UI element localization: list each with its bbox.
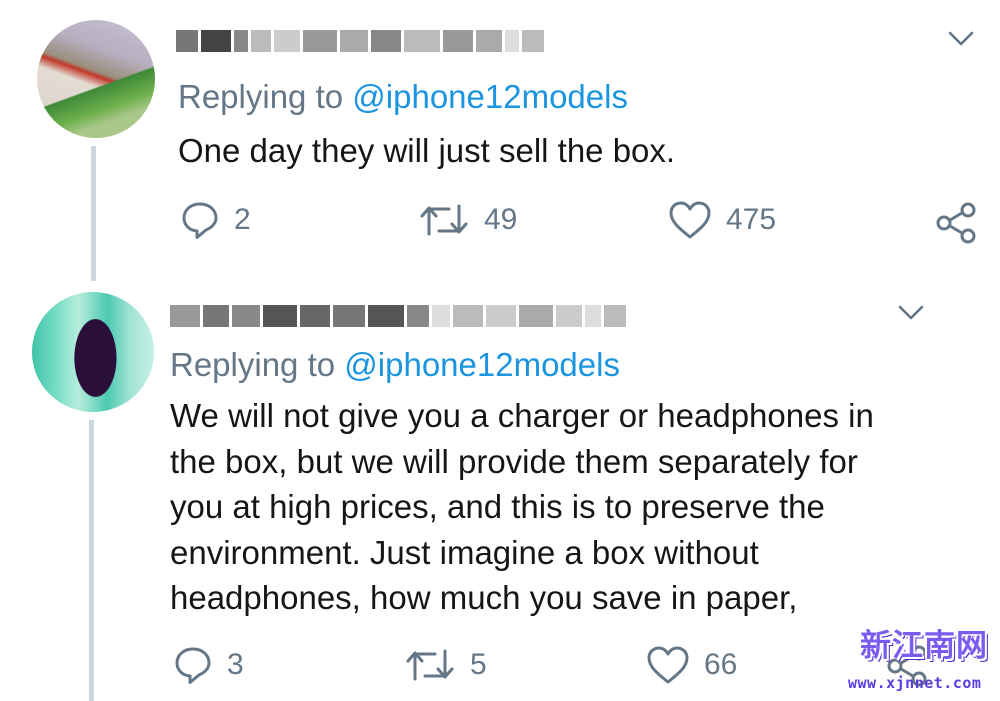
tweet-text-line: headphones, how much you save in paper, — [170, 579, 798, 616]
speech-bubble-icon — [175, 647, 211, 684]
thread-connector-line — [89, 420, 94, 701]
tweet-text-line: environment. Just imagine a box without — [170, 533, 759, 571]
replying-to: Replying to @iphone12models — [170, 346, 620, 384]
retweet-arrows-icon — [406, 649, 454, 681]
heart-icon — [669, 201, 711, 239]
speech-bubble-icon — [182, 202, 218, 239]
watermark-url: www.xjnnet.com — [848, 674, 982, 692]
reply-count: 2 — [234, 203, 251, 236]
retweet-button[interactable]: 5 — [404, 645, 487, 685]
like-button[interactable]: 475 — [668, 200, 776, 240]
avatar[interactable] — [37, 20, 155, 138]
retweet-count: 5 — [470, 648, 487, 681]
share-icon[interactable] — [935, 202, 977, 244]
like-button[interactable]: 66 — [646, 645, 737, 685]
tweet-text-line: you at high prices, and this is to prese… — [170, 488, 825, 525]
mention-link[interactable]: @iphone12models — [344, 346, 620, 383]
tweet-text-line: the box, but we will provide them separa… — [170, 442, 858, 480]
replying-to-label: Replying to — [170, 346, 336, 383]
reply-button[interactable]: 3 — [173, 645, 244, 685]
watermark-logo-text: 新江南网 — [860, 628, 988, 664]
retweet-button[interactable]: 49 — [418, 200, 517, 240]
reply-count: 3 — [227, 648, 244, 681]
like-count: 475 — [726, 203, 777, 236]
thread-connector-line — [91, 146, 96, 281]
tweet-text: One day they will just sell the box. — [178, 132, 676, 169]
avatar[interactable] — [32, 292, 154, 412]
mention-link[interactable]: @iphone12models — [352, 78, 628, 115]
watermark: 新江南网 www.xjnnet.com — [848, 620, 998, 695]
reply-button[interactable]: 2 — [180, 200, 251, 240]
heart-icon — [647, 646, 689, 684]
replying-to-label: Replying to — [178, 78, 344, 115]
chevron-down-icon[interactable] — [898, 304, 924, 322]
retweet-arrows-icon — [420, 204, 468, 236]
like-count: 66 — [704, 648, 738, 681]
tweet-text-line: We will not give you a charger or headph… — [170, 397, 874, 434]
retweet-count: 49 — [484, 203, 518, 236]
author-name-blurred[interactable] — [176, 30, 544, 52]
replying-to: Replying to @iphone12models — [178, 78, 628, 116]
author-name-blurred[interactable] — [170, 305, 626, 327]
chevron-down-icon[interactable] — [948, 30, 974, 48]
tweet-text: We will not give you a charger or headph… — [170, 393, 874, 621]
